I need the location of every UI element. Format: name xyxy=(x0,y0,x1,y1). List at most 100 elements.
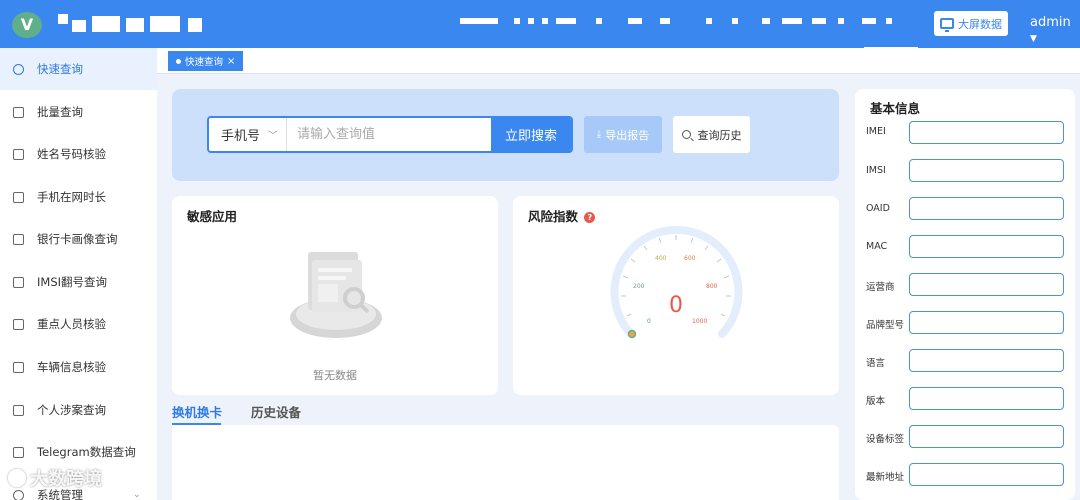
brand-model-field[interactable] xyxy=(909,311,1064,334)
export-report-button[interactable]: ⤓ 导出报告 xyxy=(584,116,662,153)
app-logo[interactable]: V xyxy=(12,12,42,38)
search-icon xyxy=(681,130,691,139)
redacted-block xyxy=(596,18,602,24)
field-label: IMEI xyxy=(866,126,886,137)
sidebar-item-label: 手机在网时长 xyxy=(37,190,106,204)
sidebar-item-label: Telegram数据查询 xyxy=(37,445,136,459)
sim-icon xyxy=(13,276,24,288)
tab-device-history[interactable]: 历史设备 xyxy=(251,402,301,421)
chevron-down-icon: ⌄ xyxy=(133,490,141,500)
user-verify-icon xyxy=(13,148,24,160)
list-search-icon xyxy=(13,106,24,118)
field-label: IMSI xyxy=(866,165,886,176)
mac-field[interactable] xyxy=(909,235,1064,258)
field-label: 最新地址 xyxy=(866,472,905,483)
document-icon xyxy=(13,404,24,416)
sidebar-item-quick-query[interactable]: 快速查询 xyxy=(0,48,157,90)
gauge-tick-label: 400 xyxy=(655,255,667,262)
sidebar-item-name-number-verify[interactable]: 姓名号码核验 xyxy=(0,133,157,175)
user-menu[interactable]: admin ▼ xyxy=(1030,15,1080,45)
search-input[interactable] xyxy=(287,118,491,151)
gauge-tick-label: 600 xyxy=(684,255,696,262)
imei-field[interactable] xyxy=(909,121,1064,144)
bigscreen-button[interactable]: 大屏数据 xyxy=(934,11,1008,36)
risk-index-card: 风险指数 ? 0 200 400 600 800 1000 0 xyxy=(513,196,839,395)
tab-quick-query[interactable]: 快速查询 × xyxy=(168,51,244,71)
card-title: 风险指数 ? xyxy=(528,206,596,225)
help-icon[interactable]: ? xyxy=(584,212,596,223)
close-icon[interactable]: × xyxy=(227,56,235,67)
bigscreen-label: 大屏数据 xyxy=(958,17,1002,31)
card-title: 敏感应用 xyxy=(187,209,238,224)
redacted-block xyxy=(886,18,892,24)
risk-gauge: 0 200 400 600 800 1000 0 xyxy=(610,226,743,339)
chevron-down-icon: ﹀ xyxy=(268,131,278,142)
oaid-field[interactable] xyxy=(909,197,1064,220)
sensitive-apps-card: 敏感应用 暂无数据 xyxy=(172,196,498,395)
history-label: 查询历史 xyxy=(697,128,742,142)
sidebar-item-batch-query[interactable]: 批量查询 xyxy=(0,91,157,133)
redacted-block xyxy=(556,18,576,24)
version-field[interactable] xyxy=(909,387,1064,410)
redacted-block xyxy=(528,18,534,24)
redacted-block xyxy=(706,18,712,24)
device-change-panel xyxy=(172,425,839,500)
carrier-field[interactable] xyxy=(909,273,1064,296)
imsi-field[interactable] xyxy=(909,159,1064,182)
search-box: 手机号 ﹀ 立即搜索 xyxy=(207,116,573,153)
tab-device-change[interactable]: 换机换卡 xyxy=(172,402,222,421)
sidebar-item-bank-card-profile[interactable]: 银行卡画像查询 xyxy=(0,218,157,260)
latest-address-field[interactable] xyxy=(909,463,1064,486)
gauge-tick-label: 1000 xyxy=(692,318,707,325)
device-tag-field[interactable] xyxy=(909,425,1064,448)
sidebar-item-label: 重点人员核验 xyxy=(37,317,106,331)
sidebar-item-label: 快速查询 xyxy=(37,62,83,76)
search-panel: 手机号 ﹀ 立即搜索 ⤓ 导出报告 查询历史 xyxy=(172,89,839,181)
sidebar-item-label: IMSI翻号查询 xyxy=(37,275,108,289)
gear-icon xyxy=(13,489,24,500)
field-label: OAID xyxy=(866,203,890,214)
sidebar-item-label: 批量查询 xyxy=(37,105,83,119)
redacted-block xyxy=(812,18,826,24)
search-button[interactable]: 立即搜索 xyxy=(491,118,571,151)
open-tabs-bar: 快速查询 × xyxy=(157,48,1080,74)
sidebar-item-label: 个人涉案查询 xyxy=(37,403,106,417)
sidebar-item-label: 姓名号码核验 xyxy=(37,147,106,161)
basic-info-panel: 基本信息 IMEI IMSI OAID MAC 运营商 品牌型号 语言 版本 设… xyxy=(855,89,1075,500)
active-dot-icon xyxy=(176,58,181,64)
sidebar: 快速查询 批量查询 姓名号码核验 手机在网时长 银行卡画像查询 IMSI翻号查询… xyxy=(0,48,157,500)
sidebar-item-phone-online-duration[interactable]: 手机在网时长 xyxy=(0,176,157,218)
sidebar-item-personal-case-query[interactable]: 个人涉案查询 xyxy=(0,389,157,431)
redacted-block xyxy=(58,14,68,24)
gauge-tick-label: 200 xyxy=(633,283,645,290)
watermark-text: 大数跨境 xyxy=(30,469,102,490)
redacted-block xyxy=(838,18,844,24)
sidebar-item-imsi-lookup[interactable]: IMSI翻号查询 xyxy=(0,261,157,303)
redacted-block xyxy=(188,18,202,32)
query-type-select[interactable]: 手机号 ﹀ xyxy=(209,118,287,151)
redacted-block xyxy=(862,18,876,24)
risk-value: 0 xyxy=(669,293,683,318)
redacted-block xyxy=(72,20,86,32)
query-history-button[interactable]: 查询历史 xyxy=(673,116,750,153)
redacted-block xyxy=(782,18,802,24)
tab-label: 快速查询 xyxy=(185,57,224,68)
redacted-block xyxy=(460,18,498,24)
download-icon: ⤓ xyxy=(596,129,602,140)
monitor-icon xyxy=(940,18,954,32)
gauge-tick-label: 800 xyxy=(706,283,718,290)
sidebar-item-key-person-verify[interactable]: 重点人员核验 xyxy=(0,303,157,345)
user-name: admin xyxy=(1030,15,1071,30)
bank-card-icon xyxy=(13,233,24,245)
language-field[interactable] xyxy=(909,349,1064,372)
redacted-block xyxy=(660,18,670,24)
redacted-block xyxy=(762,18,770,24)
watermark-logo-icon xyxy=(8,469,26,487)
field-label: MAC xyxy=(866,241,888,252)
risk-title: 风险指数 xyxy=(528,209,579,224)
query-type-value: 手机号 xyxy=(221,129,261,144)
redacted-block xyxy=(542,18,548,24)
redacted-block xyxy=(514,18,520,24)
person-icon xyxy=(13,318,24,330)
sidebar-item-vehicle-verify[interactable]: 车辆信息核验 xyxy=(0,346,157,388)
